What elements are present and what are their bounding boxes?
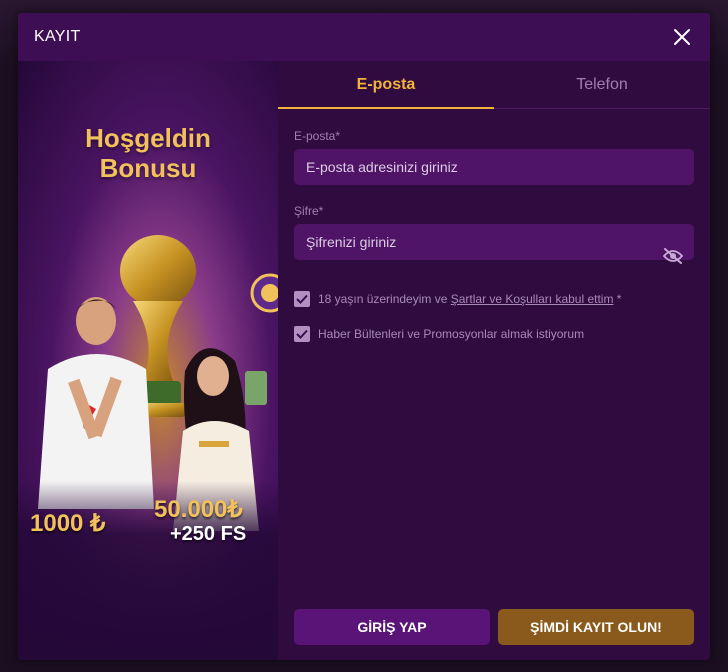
register-button[interactable]: ŞİMDİ KAYIT OLUN! [498,609,694,645]
modal-header: KAYIT [18,13,710,61]
newsletter-text: Haber Bültenleri ve Promosyonlar almak i… [318,327,585,341]
terms-link[interactable]: Şartlar ve Koşulları kabul ettim [451,292,614,306]
email-input[interactable] [294,149,694,185]
password-input[interactable] [294,224,694,260]
tab-email[interactable]: E-posta [278,61,494,109]
bonus-amount: 1000 ₺ [30,510,106,537]
check-icon [296,294,308,304]
email-label: E-posta* [294,129,341,143]
terms-prefix: 18 yaşın üzerindeyim ve [318,292,451,306]
casino-chip-image [250,273,278,313]
bonus-free-spins: +250 FS [170,523,247,545]
auth-tabs: E-posta Telefon [278,61,710,109]
newsletter-checkbox[interactable] [294,326,310,342]
password-label: Şifre* [294,204,324,218]
close-button[interactable] [670,25,694,49]
eye-off-icon [663,248,683,264]
terms-text: 18 yaşın üzerindeyim ve Şartlar ve Koşul… [318,292,621,306]
toggle-password-visibility[interactable] [662,245,684,267]
terms-row: 18 yaşın üzerindeyim ve Şartlar ve Koşul… [294,291,621,307]
registration-modal: KAYIT Hoşgeldin Bonusu 1000 ₺ 50.000₺ +2… [18,13,710,660]
newsletter-row: Haber Bültenleri ve Promosyonlar almak i… [294,326,584,342]
login-button[interactable]: GİRİŞ YAP [294,609,490,645]
check-icon [296,329,308,339]
registration-form: E-posta Telefon E-posta* Şifre* 18 yaşın… [278,61,710,660]
promo-title-line1: Hoşgeldin [85,123,211,153]
football-player-image [38,297,154,509]
promo-banner: Hoşgeldin Bonusu 1000 ₺ 50.000₺ +250 FS [18,61,278,660]
close-icon [674,29,690,45]
modal-title: KAYIT [34,28,81,45]
bonus-max-amount: 50.000₺ [154,496,243,523]
tab-phone[interactable]: Telefon [494,61,710,108]
promo-title-line2: Bonusu [99,153,197,183]
terms-checkbox[interactable] [294,291,310,307]
promo-title: Hoşgeldin Bonusu [18,123,278,183]
terms-suffix: * [613,292,622,306]
